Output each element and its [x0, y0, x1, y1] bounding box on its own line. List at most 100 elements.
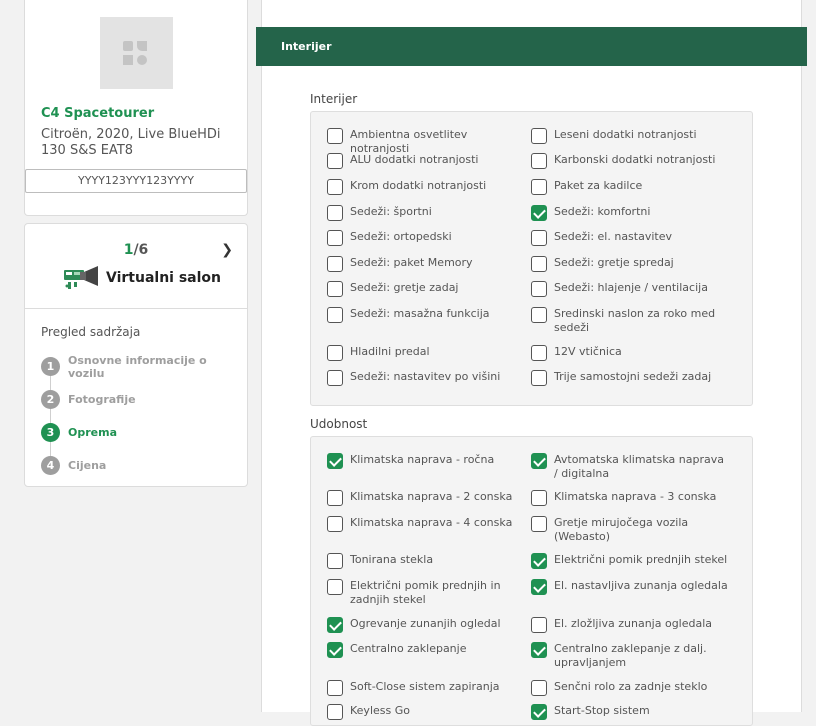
option-checkbox[interactable]: Senčni rolo za zadnje steklo — [531, 680, 731, 696]
checkbox[interactable] — [327, 230, 343, 246]
vin-field[interactable]: YYYY123YYY123YYYY — [25, 169, 247, 193]
checkbox[interactable] — [531, 516, 547, 532]
option-label: Sedeži: nastavitev po višini — [350, 370, 501, 383]
checkbox[interactable] — [327, 281, 343, 297]
chevron-right-icon[interactable]: ❯ — [221, 242, 233, 258]
steps-list: 1 Osnovne informacije o vozilu 2 Fotografi… — [41, 350, 247, 482]
option-checkbox[interactable]: Gretje mirujočega vozila (Webasto) — [531, 516, 731, 544]
option-checkbox[interactable]: Start-Stop sistem — [531, 704, 731, 720]
option-checkbox[interactable]: Sedeži: komfortni — [531, 205, 731, 221]
option-checkbox[interactable]: Soft-Close sistem zapiranja — [327, 680, 527, 696]
checkbox[interactable] — [327, 153, 343, 169]
step-photos[interactable]: 2 Fotografije — [41, 383, 247, 416]
step-basic-info[interactable]: 1 Osnovne informacije o vozilu — [41, 350, 247, 383]
option-checkbox[interactable]: Ogrevanje zunanjih ogledal — [327, 617, 527, 633]
checkbox[interactable] — [531, 256, 547, 272]
option-checkbox[interactable]: Paket za kadilce — [531, 179, 731, 195]
checkbox[interactable] — [531, 153, 547, 169]
option-label: Sedeži: hlajenje / ventilacija — [554, 281, 708, 294]
checkbox[interactable] — [531, 230, 547, 246]
option-checkbox[interactable]: Sredinski naslon za roko med sedeži — [531, 307, 731, 335]
option-label: Električni pomik prednjih stekel — [554, 553, 728, 566]
step-equipment[interactable]: 3 Oprema — [41, 416, 247, 449]
checkbox[interactable] — [327, 680, 343, 696]
checkbox[interactable] — [531, 370, 547, 386]
option-label: Ambientna osvetlitev notranjosti — [350, 128, 468, 155]
option-label: Sedeži: masažna funkcija — [350, 307, 490, 320]
step-price[interactable]: 4 Cijena — [41, 449, 247, 482]
option-checkbox[interactable]: Hladilni predal — [327, 345, 527, 361]
option-checkbox[interactable]: Klimatska naprava - 2 conska — [327, 490, 527, 506]
option-checkbox[interactable]: Centralno zaklepanje z dalj. upravljanje… — [531, 642, 731, 670]
checkbox[interactable] — [531, 453, 547, 469]
checkbox[interactable] — [531, 680, 547, 696]
option-checkbox[interactable]: Sedeži: športni — [327, 205, 527, 221]
checkbox[interactable] — [531, 553, 547, 569]
option-label: Klimatska naprava - 4 conska — [350, 516, 513, 529]
checkbox[interactable] — [327, 490, 343, 506]
option-checkbox[interactable]: Sedeži: paket Memory — [327, 256, 527, 272]
checkbox[interactable] — [327, 370, 343, 386]
checkbox[interactable] — [327, 307, 343, 323]
checkbox[interactable] — [327, 617, 343, 633]
checkbox[interactable] — [327, 345, 343, 361]
checkbox[interactable] — [327, 128, 343, 144]
option-label: ALU dodatki notranjosti — [350, 153, 479, 166]
option-checkbox[interactable]: ALU dodatki notranjosti — [327, 153, 527, 169]
checkbox[interactable] — [531, 617, 547, 633]
checkbox[interactable] — [531, 307, 547, 323]
step-label: Fotografije — [68, 393, 136, 406]
option-label: Sedeži: športni — [350, 205, 432, 218]
option-checkbox[interactable]: Sedeži: el. nastavitev — [531, 230, 731, 246]
option-checkbox[interactable]: Sedeži: ortopedski — [327, 230, 527, 246]
option-checkbox[interactable]: Klimatska naprava - 3 conska — [531, 490, 731, 506]
option-checkbox[interactable]: Centralno zaklepanje — [327, 642, 527, 658]
option-checkbox[interactable]: Ambientna osvetlitev notranjosti — [327, 128, 527, 156]
option-checkbox[interactable]: Sedeži: nastavitev po višini — [327, 370, 527, 386]
virtual-salon-link[interactable]: Virtualni salon — [62, 264, 221, 292]
option-checkbox[interactable]: Leseni dodatki notranjosti — [531, 128, 731, 144]
checkbox[interactable] — [327, 179, 343, 195]
checkbox[interactable] — [531, 345, 547, 361]
option-checkbox[interactable]: 12V vtičnica — [531, 345, 731, 361]
option-checkbox[interactable]: Tonirana stekla — [327, 553, 527, 569]
checkbox[interactable] — [327, 642, 343, 658]
checkbox[interactable] — [531, 128, 547, 144]
option-checkbox[interactable]: El. zložljiva zunanja ogledala — [531, 617, 731, 633]
checkbox[interactable] — [531, 642, 547, 658]
option-label: Avtomatska klimatska naprava / digitalna — [554, 453, 724, 480]
checkbox[interactable] — [531, 205, 547, 221]
option-checkbox[interactable]: Krom dodatki notranjosti — [327, 179, 527, 195]
option-checkbox[interactable]: Trije samostojni sedeži zadaj — [531, 370, 731, 386]
checkbox[interactable] — [531, 281, 547, 297]
option-checkbox[interactable]: Sedeži: gretje zadaj — [327, 281, 527, 297]
vehicle-card: C4 Spacetourer Citroën, 2020, Live BlueH… — [24, 0, 248, 216]
option-checkbox[interactable]: Električni pomik prednjih stekel — [531, 553, 731, 569]
option-checkbox[interactable]: Karbonski dodatki notranjosti — [531, 153, 731, 169]
option-checkbox[interactable]: Sedeži: hlajenje / ventilacija — [531, 281, 731, 297]
group-title-comfort: Udobnost — [310, 417, 368, 431]
option-checkbox[interactable]: Sedeži: masažna funkcija — [327, 307, 527, 323]
checkbox[interactable] — [531, 704, 547, 720]
checkbox[interactable] — [531, 579, 547, 595]
checkbox[interactable] — [327, 553, 343, 569]
section-header[interactable]: Interijer — [256, 27, 807, 66]
checkbox[interactable] — [327, 579, 343, 595]
option-checkbox[interactable]: Električni pomik prednjih in zadnjih ste… — [327, 579, 527, 607]
step-label: Oprema — [68, 426, 117, 439]
checkbox[interactable] — [327, 516, 343, 532]
option-label: Sedeži: komfortni — [554, 205, 651, 218]
option-checkbox[interactable]: Avtomatska klimatska naprava / digitalna — [531, 453, 731, 481]
option-checkbox[interactable]: El. nastavljiva zunanja ogledala — [531, 579, 731, 595]
checkbox[interactable] — [531, 490, 547, 506]
option-checkbox[interactable]: Keyless Go — [327, 704, 527, 720]
option-checkbox[interactable]: Sedeži: gretje spredaj — [531, 256, 731, 272]
option-checkbox[interactable]: Klimatska naprava - ročna — [327, 453, 527, 469]
option-checkbox[interactable]: Klimatska naprava - 4 conska — [327, 516, 527, 532]
checkbox[interactable] — [327, 205, 343, 221]
option-label: Klimatska naprava - ročna — [350, 453, 495, 466]
checkbox[interactable] — [327, 256, 343, 272]
checkbox[interactable] — [327, 453, 343, 469]
checkbox[interactable] — [531, 179, 547, 195]
checkbox[interactable] — [327, 704, 343, 720]
